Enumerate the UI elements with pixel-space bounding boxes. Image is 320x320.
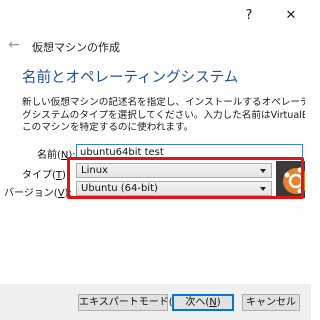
page-description: 新しい仮想マシンの記述名を指定し、インストールするオペレーティン グシステムのタ… [22,97,305,135]
description-line: このマシンを特定するのに使われます。 [22,122,194,134]
cancel-button[interactable]: キャンセル [242,294,300,311]
title-bar: ? ✕ [0,0,311,30]
page-heading: 名前とオペレーティングシステム [22,70,239,86]
highlight-annotation [67,157,304,199]
help-button[interactable]: ? [229,0,269,30]
expert-mode-button[interactable]: エキスパートモード(E) [78,294,183,311]
next-button[interactable]: 次へ(N) [172,294,234,311]
back-arrow-icon[interactable]: ← [6,37,22,53]
description-line: 新しい仮想マシンの記述名を指定し、インストールするオペレーティン [22,97,305,108]
wizard-nav: ← 仮想マシンの作成 [0,32,311,60]
version-label: バージョン(V): [4,188,72,199]
wizard-title: 仮想マシンの作成 [32,41,120,54]
description-line: グシステムのタイプを選択してください。入力した名前はVirtualBoxで [22,109,305,121]
close-button[interactable]: ✕ [271,0,311,30]
